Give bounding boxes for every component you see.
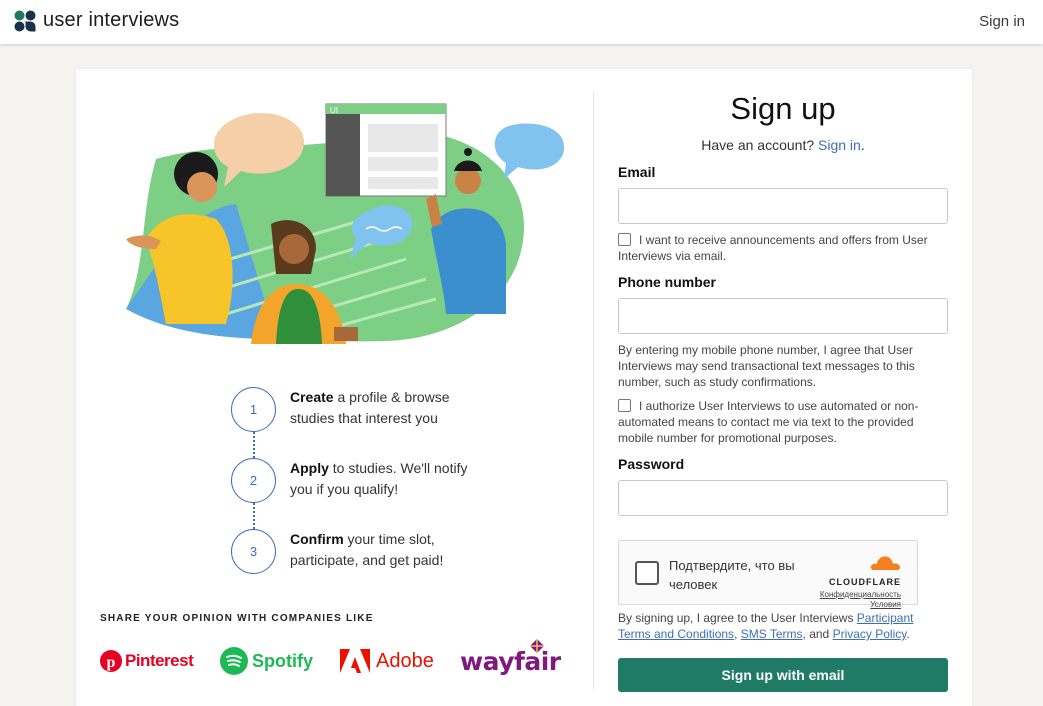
terms-text: By signing up, I agree to the User Inter… [618, 611, 914, 641]
top-nav-bar: user interviews Sign in [0, 0, 1043, 44]
brand-logos: p Pinterest Spotify Adobe wayfair [100, 639, 570, 681]
automated-contact-checkbox-row: I authorize User Interviews to use autom… [618, 399, 919, 445]
sms-terms-link[interactable]: SMS Terms [741, 627, 803, 641]
ui-window-label: UI [330, 106, 338, 115]
password-field[interactable] [618, 480, 948, 516]
phone-field[interactable] [618, 298, 948, 334]
wayfair-logo: wayfair [460, 639, 561, 681]
captcha-terms-link[interactable]: Условия [820, 600, 901, 610]
step-create: 1 Create a profile & browse studies that… [231, 387, 531, 437]
logo-text: user interviews [43, 9, 180, 31]
captcha-privacy-link[interactable]: Конфиденциальность [820, 590, 901, 600]
page-title: Sign up [730, 91, 836, 126]
spotify-icon [220, 647, 248, 675]
adobe-icon [340, 649, 370, 673]
spotify-logo: Spotify [220, 641, 313, 681]
captcha-checkbox[interactable] [635, 561, 659, 585]
people-illustration: UI [126, 103, 565, 344]
logo[interactable]: user interviews [14, 9, 179, 32]
cloudflare-icon [870, 556, 901, 570]
pinterest-icon: p [100, 650, 122, 672]
share-opinion-label: SHARE YOUR OPINION WITH COMPANIES LIKE [100, 613, 374, 624]
step-confirm: 3 Confirm your time slot, participate, a… [231, 529, 531, 579]
email-label: Email [618, 164, 656, 180]
announcements-checkbox-row: I want to receive announcements and offe… [618, 233, 928, 263]
step-apply: 2 Apply to studies. We'll notify you if … [231, 458, 531, 508]
pinterest-logo: p Pinterest [100, 641, 194, 681]
captcha-links: Конфиденциальность Условия [820, 590, 901, 610]
privacy-policy-link[interactable]: Privacy Policy [833, 627, 907, 641]
logo-icon [14, 10, 36, 31]
wayfair-icon [530, 639, 544, 653]
step-number: 2 [231, 458, 276, 503]
cloudflare-brand: CLOUDFLARE [829, 577, 901, 587]
phone-disclaimer: By entering my mobile phone number, I ag… [618, 343, 915, 389]
header-sign-in-link[interactable]: Sign in [979, 13, 1025, 30]
step-number: 3 [231, 529, 276, 574]
captcha-text: Подтвердите, что вы человек [669, 558, 795, 592]
have-account-text: Have an account? Sign in. [701, 137, 865, 153]
adobe-logo: Adobe [340, 641, 434, 681]
sign-up-with-email-button[interactable]: Sign up with email [618, 658, 948, 692]
email-field[interactable] [618, 188, 948, 224]
automated-contact-checkbox[interactable] [618, 399, 631, 412]
password-label: Password [618, 456, 685, 472]
step-description: Apply to studies. We'll notify you if yo… [290, 460, 468, 497]
step-number: 1 [231, 387, 276, 432]
cloudflare-captcha: Подтвердите, что вы человек CLOUDFLARE К… [618, 540, 918, 609]
signup-card: UI 1 Create a profile & browse studies t… [76, 69, 972, 706]
column-divider [593, 93, 594, 689]
phone-label: Phone number [618, 274, 717, 290]
step-description: Create a profile & browse studies that i… [290, 389, 450, 426]
announcements-checkbox[interactable] [618, 233, 631, 246]
svg-text:p: p [107, 654, 116, 671]
sign-in-link[interactable]: Sign in [818, 137, 861, 153]
step-description: Confirm your time slot, participate, and… [290, 531, 444, 568]
